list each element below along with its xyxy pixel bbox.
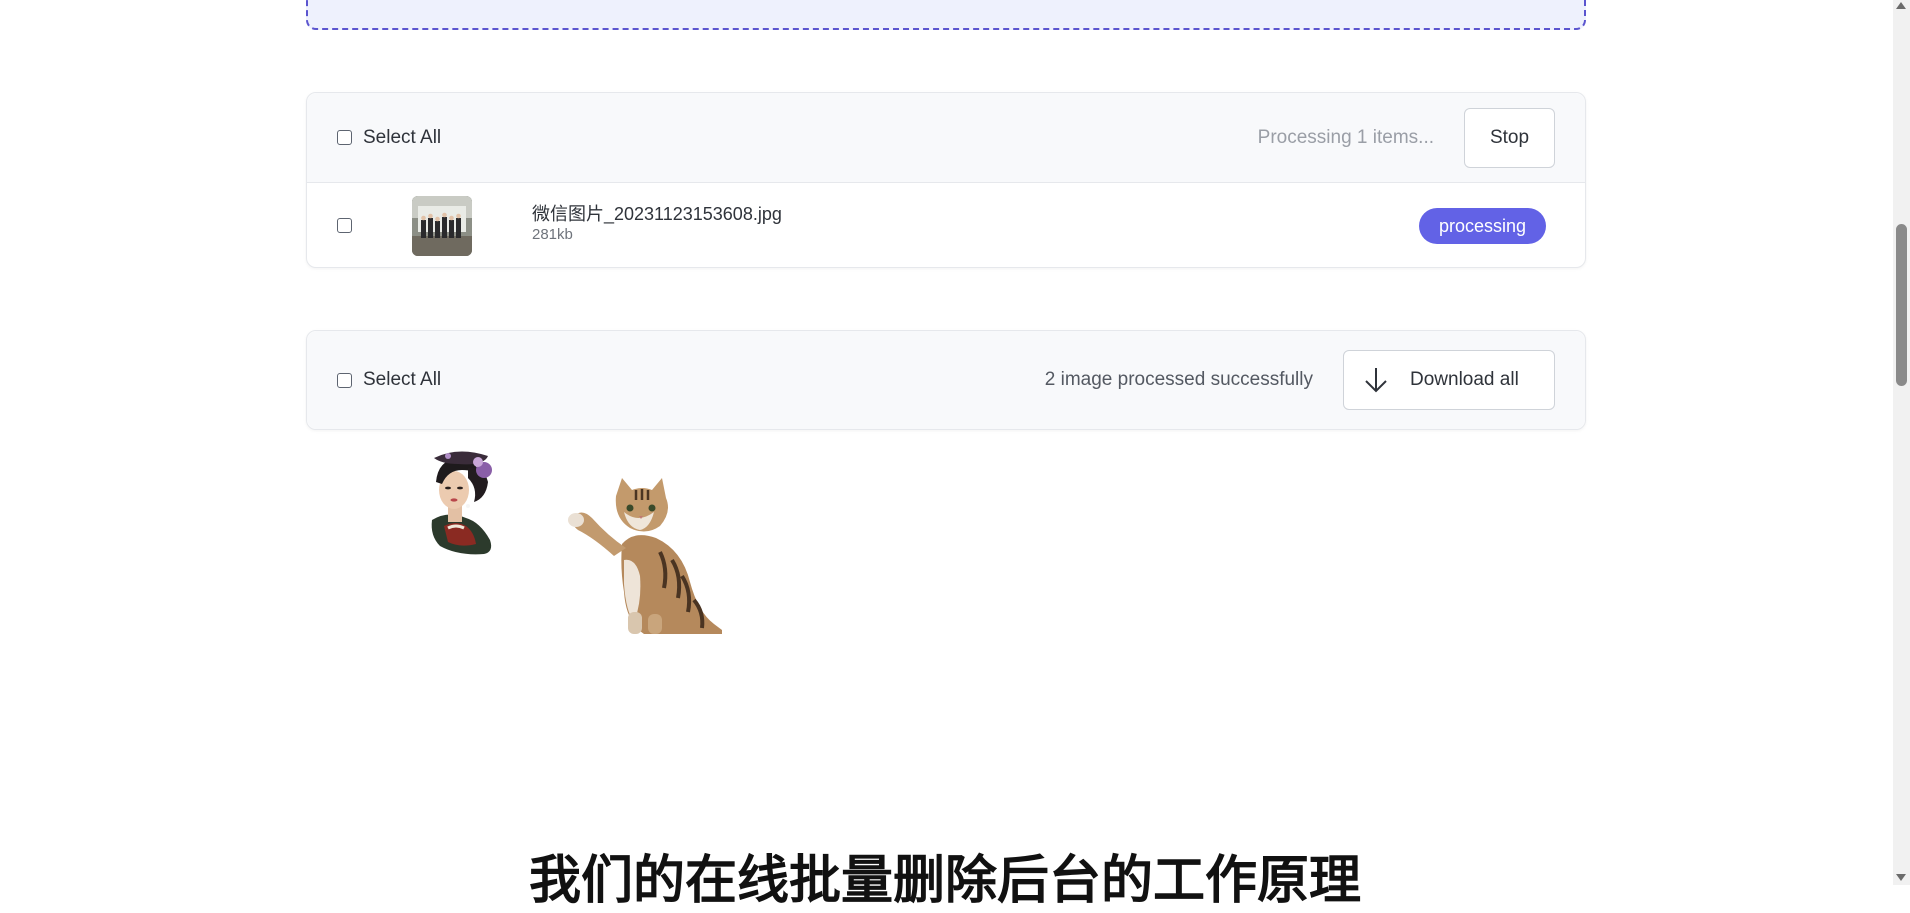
download-all-button[interactable]: Download all	[1343, 350, 1555, 410]
stop-button[interactable]: Stop	[1464, 107, 1555, 168]
select-all-checkbox[interactable]	[337, 372, 352, 388]
select-all-label: Select All	[363, 369, 442, 390]
processing-panel-header: Select All Processing 1 items... Stop	[307, 93, 1585, 183]
file-size: 281kb	[532, 226, 573, 243]
file-checkbox[interactable]	[337, 217, 352, 233]
results-panel: Select All 2 image processed successfull…	[306, 330, 1586, 430]
download-all-label: Download all	[1410, 369, 1519, 390]
result-cat-image[interactable]	[564, 472, 722, 636]
select-all-label: Select All	[363, 126, 442, 148]
select-all-processing[interactable]: Select All	[337, 127, 441, 149]
results-panel-header: Select All 2 image processed successfull…	[307, 331, 1585, 429]
file-name: 微信图片_20231123153608.jpg	[532, 204, 782, 224]
results-status: 2 image processed successfully	[1044, 369, 1313, 390]
download-arrow-icon	[1365, 368, 1387, 393]
scroll-thumb[interactable]	[1896, 224, 1907, 386]
select-all-results[interactable]: Select All	[337, 369, 441, 391]
processing-status: Processing 1 items...	[1257, 126, 1434, 148]
scroll-down-icon[interactable]	[1896, 874, 1906, 881]
vertical-scrollbar[interactable]	[1893, 0, 1910, 885]
upload-dropzone[interactable]	[306, 0, 1586, 30]
file-row: 微信图片_20231123153608.jpg 281kb processing	[307, 183, 1585, 267]
section-heading: 我们的在线批量删除后台的工作原理	[528, 851, 1361, 911]
status-badge: processing	[1418, 208, 1546, 244]
select-all-checkbox[interactable]	[337, 130, 352, 145]
result-woman-image[interactable]	[418, 448, 504, 556]
processing-panel: Select All Processing 1 items... Stop 微信…	[306, 92, 1586, 268]
scroll-up-icon[interactable]	[1896, 2, 1906, 9]
file-thumbnail	[412, 196, 472, 256]
